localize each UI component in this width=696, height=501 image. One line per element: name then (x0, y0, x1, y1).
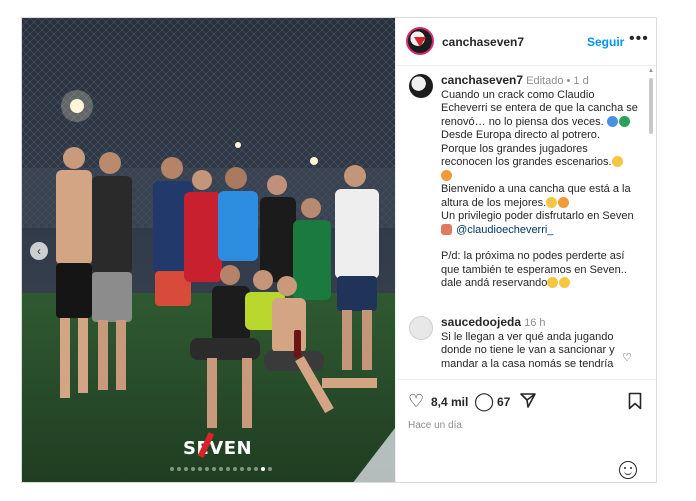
bookmark-icon[interactable] (628, 392, 642, 413)
post-actions: ♡ 8,4 mil ◯ 67 Hace un día (396, 379, 656, 482)
bookmark-shape (628, 392, 642, 410)
post-modal: ‹ SEVEN canchaseven7 Seguir ••• canchase… (21, 17, 657, 483)
carousel-dot (268, 467, 272, 471)
caption-username-link[interactable]: canchaseven7 (441, 73, 523, 87)
caption-line: Un privilegio poder disfrutarlo en Seven (441, 210, 634, 222)
carousel-dot (233, 467, 237, 471)
globe-emoji-icon (618, 115, 630, 127)
caption-line: dale andá reservando (441, 277, 548, 289)
caption-line: altura de los mejores. (441, 196, 547, 209)
carousel-dot (240, 467, 244, 471)
carousel-dot (170, 467, 174, 471)
caption-line: Bienvenido a una cancha que está a la (441, 183, 631, 195)
post-header: canchaseven7 Seguir ••• (396, 18, 656, 66)
carousel-dot (205, 467, 209, 471)
seven-watermark-logo: SEVEN (183, 431, 253, 459)
carousel-dot (247, 467, 251, 471)
caption-line: Desde Europa directo al potrero. (441, 129, 600, 141)
carousel-dot (198, 467, 202, 471)
carousel-dot (177, 467, 181, 471)
heart-hands-emoji-icon (441, 223, 452, 235)
scroll-up-arrow-icon[interactable]: ▲ (648, 68, 654, 74)
carousel-indicator (170, 467, 272, 471)
more-options-icon[interactable]: ••• (629, 30, 649, 48)
caption-line: P/d: la próxima no podes perderte así (441, 250, 625, 262)
like-comment-icon[interactable]: ♡ (622, 351, 632, 364)
post-caption: canchaseven7 Editado • 1 d Cuando un cra… (441, 73, 646, 291)
carousel-dot (212, 467, 216, 471)
comment-text: Si le llegan a ver qué anda jugando dond… (441, 330, 615, 370)
watermark-text: SEVEN (183, 438, 253, 459)
carousel-dot (226, 467, 230, 471)
grin-emoji-icon (559, 277, 571, 288)
comment-icon[interactable]: ◯ (474, 392, 494, 410)
caption-line: renovó… no lo piensa dos veces. (441, 115, 604, 128)
chevron-left-icon: ‹ (37, 244, 41, 258)
header-username-link[interactable]: canchaseven7 (442, 35, 524, 49)
mention-link[interactable]: @claudioecheverri_ (456, 224, 553, 236)
commenter-username-link[interactable]: saucedoojeda (441, 315, 521, 329)
comment-meta: 16 h (524, 317, 546, 329)
caption-line: Echeverri se entera de que la cancha se (441, 102, 638, 114)
comments-scrollbar[interactable]: ▲ (647, 66, 655, 379)
seven-logo-icon (414, 37, 426, 45)
commenter-avatar[interactable] (409, 316, 433, 340)
post-side-panel: canchaseven7 Seguir ••• canchaseven7 Edi… (395, 18, 656, 482)
share-icon[interactable] (519, 391, 537, 412)
comment: saucedoojeda 16 h Si le llegan a ver qué… (441, 315, 631, 371)
caption-line: que también te esperamos en Seven.. (441, 263, 627, 276)
carousel-dot-active (261, 467, 265, 471)
paper-plane-icon (520, 393, 536, 408)
carousel-dot (219, 467, 223, 471)
caption-avatar[interactable] (409, 74, 433, 98)
heart-icon[interactable]: ♡ (408, 392, 424, 410)
caption-line: reconocen los grandes escenarios. (441, 156, 612, 168)
comments-section[interactable]: canchaseven7 Editado • 1 d Cuando un cra… (396, 66, 656, 379)
carousel-dot (184, 467, 188, 471)
like-count[interactable]: 8,4 mil (431, 395, 468, 409)
cool-emoji-icon (546, 196, 558, 208)
emoji-picker-icon[interactable] (619, 461, 637, 479)
grin-emoji-icon (547, 277, 559, 288)
team-photo-illustration (22, 18, 395, 482)
star-struck-emoji-icon (558, 196, 570, 208)
follow-button[interactable]: Seguir (587, 35, 624, 49)
carousel-dot (254, 467, 258, 471)
smile-emoji-icon (611, 156, 623, 167)
scrollbar-thumb[interactable] (649, 78, 653, 134)
comment-count: 67 (497, 395, 511, 409)
caption-meta: Editado • 1 d (526, 75, 589, 87)
airplane-emoji-icon (606, 115, 618, 127)
carousel-dot (191, 467, 195, 471)
carousel-prev-button[interactable]: ‹ (30, 242, 48, 260)
caption-line: Porque los grandes jugadores (441, 142, 588, 155)
profile-avatar[interactable] (406, 27, 434, 55)
caption-line: Cuando un crack como Claudio (441, 88, 595, 101)
face-emoji-icon (441, 169, 452, 181)
post-photo[interactable]: ‹ SEVEN (22, 18, 395, 482)
post-timestamp[interactable]: Hace un día (408, 420, 462, 431)
